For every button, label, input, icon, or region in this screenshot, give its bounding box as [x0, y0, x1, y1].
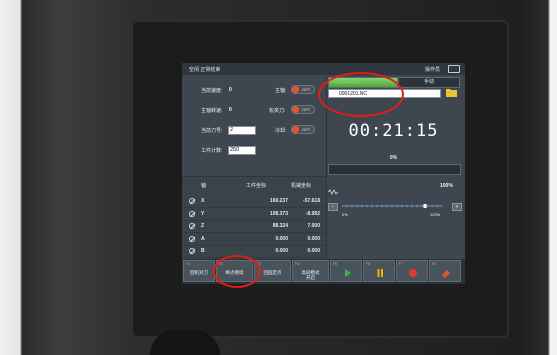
toggle-dot-icon — [292, 126, 299, 133]
axis-name: B — [201, 248, 205, 254]
button-label: 高同模式 开启 — [301, 270, 320, 280]
clamp-state: OFF — [302, 107, 310, 112]
machine-coord-value: -8.992 — [305, 210, 320, 217]
pause-button[interactable]: F6 — [363, 260, 395, 282]
axis-row: Y 108.373 -8.992 — [182, 208, 326, 221]
tool-number-label: 当前刀号: — [201, 128, 223, 134]
axis-zero-icon[interactable] — [189, 198, 195, 204]
axis-name: Z — [201, 223, 205, 229]
annotation-circle-resume — [213, 255, 261, 288]
toggle-dot-icon — [292, 86, 299, 93]
machine-coord-value: 7.000 — [307, 223, 320, 229]
program-percent: 0% — [389, 155, 398, 161]
feed-wave-icon — [328, 189, 338, 195]
play-icon — [345, 269, 351, 277]
stop-icon — [409, 269, 417, 277]
function-button[interactable]: F1 回机对刀 — [183, 260, 215, 282]
key-label: F5 — [333, 262, 338, 266]
toggle-dot-icon — [292, 106, 299, 113]
top-status-bar: 空闲 正常结束 操作员 — [182, 63, 465, 75]
clamp-toggle[interactable]: OFF — [291, 105, 315, 114]
run-timer: 00:21:15 — [348, 121, 439, 141]
axis-zero-icon[interactable] — [189, 235, 195, 242]
axis-name: X — [201, 198, 205, 204]
feed-min-label: 0% — [342, 212, 348, 217]
axis-name: A — [201, 235, 205, 242]
axis-zero-icon[interactable] — [189, 223, 195, 229]
machine-coord-value: 0.000 — [307, 235, 320, 242]
axis-row: A 0.000 0.000 — [182, 233, 326, 246]
key-label: F8 — [432, 262, 437, 266]
feed-decrease-button[interactable]: − — [328, 203, 338, 211]
spindle-toggle[interactable]: OFF — [291, 85, 315, 94]
feed-override-panel: 100% − + 0% 120% — [328, 181, 463, 259]
machine-coord-header: 机械坐标 — [291, 183, 312, 189]
axis-row: B 0.000 0.000 — [182, 245, 326, 258]
feed-increase-button[interactable]: + — [452, 203, 462, 211]
machine-mode-text: 空闲 正常结束 — [189, 67, 221, 73]
tool-number-field[interactable]: 2 — [228, 126, 256, 135]
key-label: F7 — [399, 262, 404, 266]
clamp-label: 松夹刀: — [269, 108, 286, 114]
workpiece-count-field[interactable]: 250 — [228, 146, 256, 155]
axis-header: 轴 — [201, 183, 207, 189]
machine-coord-value: -57.618 — [303, 198, 320, 204]
spindle-label: 主轴: — [275, 88, 287, 94]
feed-override-slider[interactable] — [342, 204, 442, 208]
work-coord-header: 工件坐标 — [246, 183, 267, 189]
axes-panel: 轴 工件坐标 机械坐标 X 169.237 -57.618 Y 108.373 -8.99… — [182, 177, 326, 259]
play-button[interactable]: F5 — [330, 260, 362, 282]
key-label: F4 — [295, 262, 300, 266]
monitor-stand — [150, 330, 220, 355]
spindle-rpm-label: 主轴转速: — [201, 108, 223, 114]
function-button[interactable]: F4 高同模式 开启 — [292, 260, 329, 282]
feed-percent: 100% — [440, 183, 453, 189]
spindle-state: OFF — [302, 87, 310, 92]
machine-coord-value: 0.000 — [307, 248, 320, 254]
current-speed-label: 当前速度: — [201, 88, 223, 94]
feed-max-label: 120% — [430, 212, 441, 217]
pause-icon — [377, 269, 383, 277]
keyboard-icon[interactable] — [448, 65, 460, 73]
axis-name: Y — [201, 210, 205, 217]
workpiece-count-label: 工件计数: — [201, 148, 223, 154]
annotation-circle-progress — [318, 72, 404, 117]
axis-row: Z 88.324 7.000 — [182, 220, 326, 233]
coolant-toggle[interactable]: OFF — [291, 125, 315, 134]
manual-mode-tab[interactable]: 手动 — [398, 77, 460, 88]
eraser-button[interactable]: F8 — [429, 260, 461, 282]
folder-icon[interactable] — [446, 88, 457, 97]
axis-zero-icon[interactable] — [189, 248, 195, 254]
eraser-icon — [442, 270, 450, 278]
coolant-state: OFF — [302, 127, 310, 132]
key-label: F1 — [186, 262, 191, 266]
stop-button[interactable]: F7 — [396, 260, 428, 282]
axis-row: X 169.237 -57.618 — [182, 195, 326, 208]
current-speed-value: 0 — [229, 87, 232, 93]
axis-zero-icon[interactable] — [189, 210, 195, 217]
program-percent-bar — [328, 164, 461, 175]
coolant-label: 冷却: — [275, 128, 287, 134]
spindle-rpm-value: 0 — [229, 107, 232, 113]
key-label: F6 — [366, 262, 371, 266]
operator-label[interactable]: 操作员 — [425, 66, 440, 73]
button-label: 回机对刀 — [190, 270, 208, 275]
